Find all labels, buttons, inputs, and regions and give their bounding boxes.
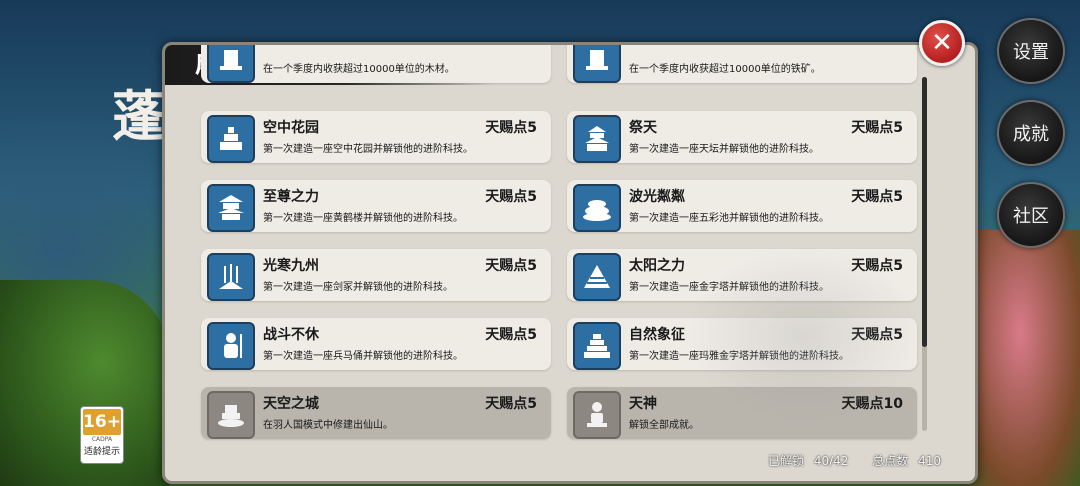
achievement-name: 祭天 — [629, 120, 657, 136]
achievement-card[interactable]: 空中花园 天赐点5 第一次建造一座空中花园并解锁他的进阶科技。 — [201, 111, 551, 163]
age-rating-number: 16+ — [83, 409, 121, 435]
achievement-reward: 天赐点5 — [851, 258, 903, 274]
achievement-desc: 第一次建造一座五彩池并解锁他的进阶科技。 — [629, 213, 829, 224]
achievement-reward: 天赐点5 — [485, 258, 537, 274]
close-icon: ✕ — [931, 28, 953, 58]
achievement-card-locked[interactable]: 天神 天赐点10 解锁全部成就。 — [567, 387, 917, 439]
achievement-reward: 天赐点5 — [851, 327, 903, 343]
unlocked-value: 40/42 — [813, 454, 849, 468]
achievement-desc: 第一次建造一座金字塔并解锁他的进阶科技。 — [629, 282, 829, 293]
achievement-desc: 第一次建造一座玛雅金字塔并解锁他的进阶科技。 — [629, 351, 849, 362]
tower-icon — [573, 45, 621, 83]
unlocked-label: 已解锁 — [768, 454, 805, 468]
achievement-card[interactable]: 在一个季度内收获超过10000单位的铁矿。 — [567, 45, 917, 83]
temple-of-heaven-icon — [573, 115, 621, 163]
achievement-reward: 天赐点5 — [485, 327, 537, 343]
settings-button[interactable]: 设置 — [997, 18, 1065, 84]
pagoda-icon — [207, 184, 255, 232]
achievement-reward: 天赐点5 — [851, 120, 903, 136]
achievements-button[interactable]: 成就 — [997, 100, 1065, 166]
achievement-reward: 天赐点5 — [485, 120, 537, 136]
mayan-pyramid-icon — [573, 322, 621, 370]
achievement-name: 天空之城 — [263, 396, 319, 412]
achievement-desc: 在一个季度内收获超过10000单位的铁矿。 — [629, 64, 821, 75]
warrior-icon — [207, 322, 255, 370]
achievement-card[interactable]: 祭天 天赐点5 第一次建造一座天坛并解锁他的进阶科技。 — [567, 111, 917, 163]
achievement-card[interactable]: 至尊之力 天赐点5 第一次建造一座黄鹤楼并解锁他的进阶科技。 — [201, 180, 551, 232]
achievement-reward: 天赐点5 — [485, 396, 537, 412]
achievement-reward: 天赐点5 — [485, 189, 537, 205]
achievement-name: 光寒九州 — [263, 258, 319, 274]
sky-city-icon — [207, 391, 255, 439]
blossom-tree-decoration — [960, 230, 1080, 486]
close-button[interactable]: ✕ — [919, 20, 965, 66]
achievement-card[interactable]: 光寒九州 天赐点5 第一次建造一座剑冢并解锁他的进阶科技。 — [201, 249, 551, 301]
achievement-card[interactable]: 战斗不休 天赐点5 第一次建造一座兵马俑并解锁他的进阶科技。 — [201, 318, 551, 370]
background-title-char: 蓬 — [112, 84, 166, 148]
achievement-name: 太阳之力 — [629, 258, 685, 274]
achievement-name: 波光粼粼 — [629, 189, 685, 205]
achievement-desc: 在羽人国模式中修建出仙山。 — [263, 420, 393, 431]
achievement-card[interactable]: 自然象征 天赐点5 第一次建造一座玛雅金字塔并解锁他的进阶科技。 — [567, 318, 917, 370]
achievement-stats: 已解锁 40/42 总点数 410 — [768, 452, 947, 469]
scrollbar-thumb[interactable] — [922, 77, 927, 347]
swords-icon — [207, 253, 255, 301]
points-value: 410 — [918, 454, 942, 468]
achievement-desc: 第一次建造一座黄鹤楼并解锁他的进阶科技。 — [263, 213, 463, 224]
achievement-reward: 天赐点5 — [851, 189, 903, 205]
age-rating-badge: 16+ CADPA 适龄提示 — [80, 406, 124, 464]
achievement-desc: 第一次建造一座剑冢并解锁他的进阶科技。 — [263, 282, 453, 293]
hanging-garden-icon — [207, 115, 255, 163]
achievement-card[interactable]: 在一个季度内收获超过10000单位的木材。 — [201, 45, 551, 83]
achievement-card[interactable]: 波光粼粼 天赐点5 第一次建造一座五彩池并解锁他的进阶科技。 — [567, 180, 917, 232]
achievements-panel: 成就 在一个季度内收获超过10000单位的木材。 在一个季度内收获超过10000… — [162, 42, 978, 484]
achievement-reward: 天赐点10 — [841, 396, 903, 412]
deity-icon — [573, 391, 621, 439]
achievement-desc: 第一次建造一座天坛并解锁他的进阶科技。 — [629, 144, 819, 155]
achievement-desc: 在一个季度内收获超过10000单位的木材。 — [263, 64, 455, 75]
achievement-desc: 第一次建造一座兵马俑并解锁他的进阶科技。 — [263, 351, 463, 362]
points-label: 总点数 — [872, 454, 909, 468]
pyramid-icon — [573, 253, 621, 301]
achievement-desc: 第一次建造一座空中花园并解锁他的进阶科技。 — [263, 144, 473, 155]
achievement-name: 战斗不休 — [263, 327, 319, 343]
pool-icon — [573, 184, 621, 232]
tower-icon — [207, 45, 255, 83]
achievement-card-locked[interactable]: 天空之城 天赐点5 在羽人国模式中修建出仙山。 — [201, 387, 551, 439]
achievement-name: 至尊之力 — [263, 189, 319, 205]
achievement-name: 空中花园 — [263, 120, 319, 136]
age-rating-org: CADPA — [91, 436, 113, 443]
achievement-name: 自然象征 — [629, 327, 685, 343]
community-button[interactable]: 社区 — [997, 182, 1065, 248]
achievement-desc: 解锁全部成就。 — [629, 420, 699, 431]
achievement-name: 天神 — [629, 396, 657, 412]
achievement-card[interactable]: 太阳之力 天赐点5 第一次建造一座金字塔并解锁他的进阶科技。 — [567, 249, 917, 301]
age-rating-tip: 适龄提示 — [83, 447, 120, 457]
